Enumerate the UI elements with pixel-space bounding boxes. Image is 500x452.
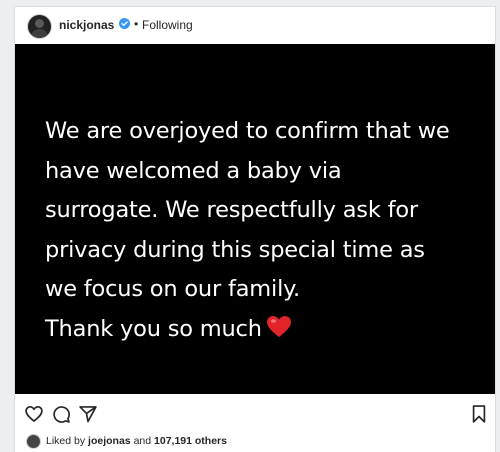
likes-count[interactable]: 107,191 others [154,435,227,447]
author-avatar[interactable] [27,14,52,39]
message-line: Thank you so much [45,315,262,342]
message-line: privacy during this special time as [45,236,425,263]
author-username[interactable]: nickjonas [59,18,114,32]
message-line: surrogate. We respectfully ask for [45,197,418,223]
post-action-bar [15,394,495,432]
verified-badge-icon [119,18,130,29]
heart-outline-icon[interactable] [24,404,44,424]
likes-connector: and [133,435,152,447]
heart-emoji-icon [266,315,291,337]
likes-prefix: Liked by [46,435,86,447]
message-line: we focus on our family. [45,276,300,302]
message-line: We are overjoyed to confirm that we [45,118,450,144]
avatar-body [31,29,48,38]
comment-icon[interactable] [51,404,71,424]
follow-status-button[interactable]: Following [142,18,193,32]
liker-username[interactable]: joejonas [88,435,131,447]
header-separator: • [134,17,139,31]
liker-avatar[interactable] [26,434,41,449]
instagram-post: nickjonas • Following We are overjoyed t… [15,7,495,452]
bookmark-icon[interactable] [469,404,489,424]
send-icon[interactable] [78,404,98,424]
likes-row: Liked by joejonas and 107,191 others [15,432,495,452]
avatar-head [35,19,44,28]
post-image[interactable]: We are overjoyed to confirm that we have… [15,44,495,394]
announcement-text: We are overjoyed to confirm that we have… [45,112,485,349]
message-line: have welcomed a baby via [45,157,342,184]
post-header: nickjonas • Following [15,7,495,44]
likes-summary: Liked by joejonas and 107,191 others [46,435,227,447]
